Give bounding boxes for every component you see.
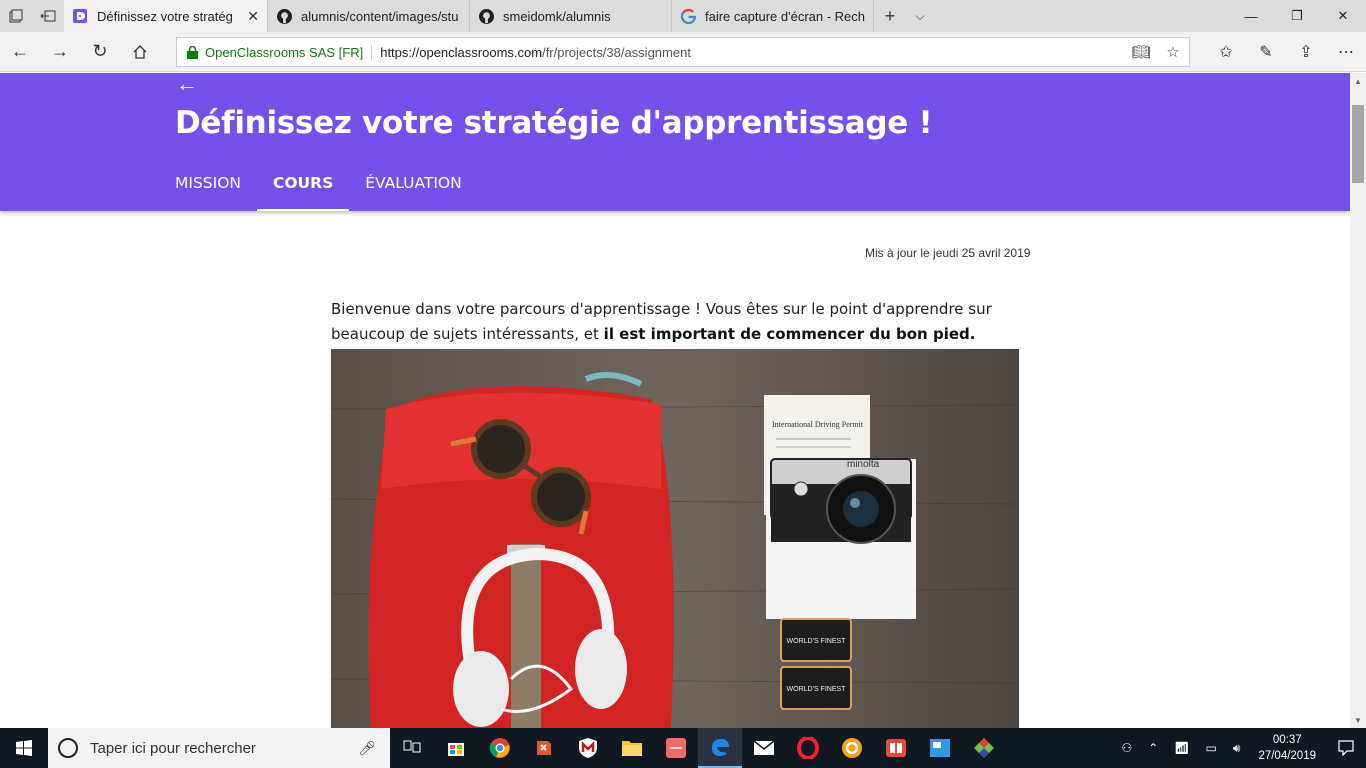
windows-start-icon[interactable]	[0, 728, 48, 768]
page-title: Définissez votre stratégie d'apprentissa…	[175, 105, 933, 141]
tab-evaluation[interactable]: ÉVALUATION	[365, 174, 461, 211]
tab-mission[interactable]: MISSION	[175, 174, 241, 211]
favorite-star-icon[interactable]: ☆	[1157, 43, 1189, 61]
app-gear-icon[interactable]	[830, 728, 874, 768]
opera-icon[interactable]	[786, 728, 830, 768]
web-page: ← Définissez votre stratégie d'apprentis…	[0, 73, 1350, 728]
tab-title: Définissez votre stratég	[97, 8, 233, 24]
chevron-down-icon[interactable]: ⌵	[906, 0, 934, 32]
share-icon[interactable]: ⇪	[1286, 32, 1326, 72]
project-header: ← Définissez votre stratégie d'apprentis…	[0, 73, 1350, 211]
home-icon[interactable]	[120, 32, 160, 72]
system-tray: ⚇ ⌃ 📶︎ ▭ 🔊︎ 00:37 27/04/2019	[1113, 728, 1366, 768]
pen-notes-icon[interactable]: ✎	[1246, 32, 1286, 72]
film-label: WORLD'S FINEST	[787, 638, 847, 645]
set-tabs-aside-icon[interactable]	[32, 0, 64, 32]
app-orange-icon[interactable]	[522, 728, 566, 768]
chevron-up-icon[interactable]: ⌃	[1140, 741, 1166, 755]
favorites-hub-icon[interactable]: ✩	[1206, 32, 1246, 72]
url-text[interactable]: https://openclassrooms.com/fr/projects/3…	[372, 45, 1125, 60]
close-window-icon[interactable]: ✕	[1320, 0, 1366, 32]
project-tabs: MISSION COURS ÉVALUATION	[175, 174, 494, 211]
back-arrow-icon[interactable]: ←	[176, 73, 198, 97]
github-icon	[276, 8, 292, 24]
close-tab-icon[interactable]: ✕	[247, 8, 259, 25]
git-app-icon[interactable]	[962, 728, 1006, 768]
scroll-thumb[interactable]	[1352, 105, 1364, 183]
microphone-icon[interactable]: 🎤︎	[358, 740, 376, 757]
volume-icon[interactable]: 🔊︎	[1225, 741, 1249, 756]
refresh-icon[interactable]: ↻	[80, 32, 120, 72]
tab-manager-icon[interactable]	[0, 0, 32, 32]
scroll-down-icon[interactable]: ▼	[1350, 712, 1366, 728]
file-explorer-icon[interactable]	[610, 728, 654, 768]
github-icon	[478, 8, 494, 24]
windows-taskbar: Taper ici pour rechercher 🎤︎ ⚇ ⌃ 📶︎ ▭ 🔊︎…	[0, 728, 1366, 768]
url-host: https://openclassrooms.com	[380, 44, 543, 60]
scroll-up-icon[interactable]: ▲	[1350, 73, 1366, 89]
taskbar-search[interactable]: Taper ici pour rechercher 🎤︎	[48, 728, 390, 768]
tab-title: smeidomk/alumnis	[503, 8, 611, 24]
camera-brand: minolta	[847, 459, 880, 470]
intro-bold: il est important de commencer du bon pie…	[603, 324, 976, 343]
browser-tab[interactable]: smeidomk/alumnis	[470, 0, 672, 32]
forward-icon[interactable]: →	[40, 32, 80, 72]
new-tab-icon[interactable]: +	[874, 0, 906, 32]
tab-cours[interactable]: COURS	[256, 174, 350, 211]
browser-tab-bar: Définissez votre stratég ✕ alumnis/conte…	[0, 0, 1366, 32]
mail-icon[interactable]	[742, 728, 786, 768]
google-icon	[680, 8, 696, 24]
back-icon[interactable]: ←	[0, 32, 40, 72]
browser-toolbar: ✩ ✎ ⇪ ⋯	[1206, 32, 1366, 72]
lock-icon	[187, 45, 199, 59]
task-view-icon[interactable]	[390, 728, 434, 768]
navigation-bar: ← → ↻ OpenClassrooms SAS [FR] https://op…	[0, 32, 1366, 72]
intro-paragraph: Bienvenue dans votre parcours d'apprenti…	[331, 297, 1031, 346]
browser-tab[interactable]: faire capture d'écran - Rech	[672, 0, 874, 32]
restore-icon[interactable]: ❐	[1274, 0, 1320, 32]
people-icon[interactable]: ⚇	[1113, 741, 1140, 755]
tab-title: alumnis/content/images/stu	[301, 8, 459, 24]
reader-icon[interactable]	[874, 728, 918, 768]
mcafee-icon[interactable]	[566, 728, 610, 768]
page-scrollbar[interactable]: ▲ ▼	[1350, 73, 1366, 728]
cortana-icon	[58, 738, 78, 758]
permit-text: International Driving Permit	[772, 420, 864, 429]
app-blue-icon[interactable]	[918, 728, 962, 768]
notifications-icon[interactable]	[1326, 740, 1366, 756]
site-identity[interactable]: OpenClassrooms SAS [FR]	[205, 44, 373, 60]
edge-icon[interactable]	[698, 728, 742, 768]
window-controls: — ❐ ✕	[1228, 0, 1366, 32]
browser-tab[interactable]: alumnis/content/images/stu	[268, 0, 470, 32]
date: 27/04/2019	[1258, 750, 1316, 762]
url-path: /fr/projects/38/assignment	[542, 44, 691, 60]
more-icon[interactable]: ⋯	[1326, 32, 1366, 72]
browser-tab-active[interactable]: Définissez votre stratég ✕	[64, 0, 268, 32]
updated-date: Mis à jour le jeudi 25 avril 2019	[865, 246, 1031, 260]
openclassrooms-icon	[72, 8, 88, 24]
store-icon[interactable]	[434, 728, 478, 768]
minimize-icon[interactable]: —	[1228, 0, 1274, 32]
time: 00:37	[1272, 734, 1302, 746]
clock[interactable]: 00:37 27/04/2019	[1248, 732, 1326, 764]
tab-title: faire capture d'écran - Rech	[705, 8, 865, 24]
travel-photo: International Driving Permit minolta WOR…	[331, 349, 1019, 728]
battery-icon[interactable]: ▭	[1198, 741, 1225, 755]
address-bar[interactable]: OpenClassrooms SAS [FR] https://openclas…	[176, 37, 1190, 67]
chrome-icon[interactable]	[478, 728, 522, 768]
app-pink-icon[interactable]	[654, 728, 698, 768]
wifi-icon[interactable]: 📶︎	[1166, 741, 1197, 755]
reading-view-icon[interactable]: 📖︎	[1125, 43, 1157, 61]
film-label: WORLD'S FINEST	[787, 686, 847, 693]
search-placeholder: Taper ici pour rechercher	[90, 739, 256, 757]
